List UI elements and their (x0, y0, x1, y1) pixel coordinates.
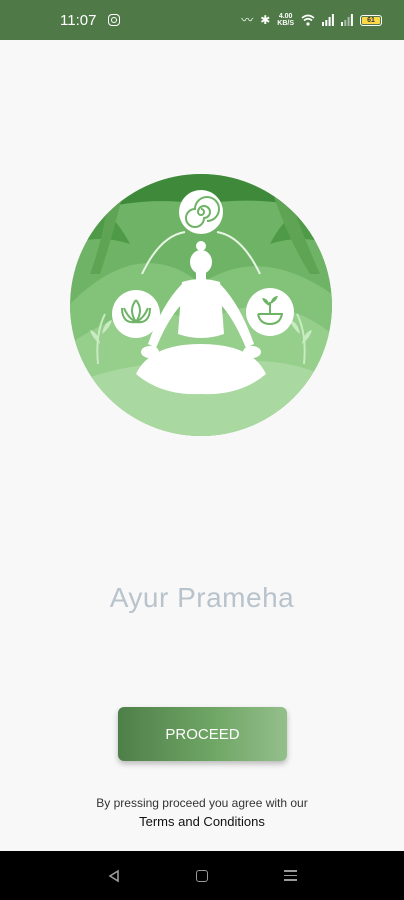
proceed-button[interactable]: PROCEED (118, 707, 287, 761)
recents-button[interactable] (270, 856, 310, 896)
signal-icon (322, 14, 334, 26)
home-square-icon (196, 869, 208, 882)
agree-text: By pressing proceed you agree with our (96, 796, 308, 810)
battery-icon: 61 (360, 14, 382, 26)
net-speed: 4.00 KB/S (277, 13, 294, 27)
net-speed-unit: KB/S (277, 20, 294, 27)
net-speed-value: 4.00 (278, 13, 293, 20)
vibrate-icon: 〰 (241, 13, 254, 27)
status-left: 11:07 (60, 11, 121, 29)
menu-lines-icon (283, 870, 297, 881)
instagram-icon (108, 14, 121, 26)
meditation-logo (70, 174, 332, 436)
app-title: Ayur Prameha (109, 582, 295, 613)
back-triangle-icon (108, 869, 119, 882)
status-time: 11:07 (60, 11, 97, 29)
wifi-icon (301, 14, 315, 26)
bluetooth-icon: ✱ (260, 13, 271, 27)
home-button[interactable] (182, 856, 222, 896)
back-button[interactable] (94, 856, 134, 896)
signal-2-icon (341, 14, 353, 26)
status-right: 〰 ✱ 4.00 KB/S 61 (241, 13, 382, 27)
navigation-bar (0, 851, 404, 900)
status-bar: 11:07 〰 ✱ 4.00 KB/S 61 (0, 0, 404, 40)
battery-level: 61 (367, 16, 375, 24)
terms-link[interactable]: Terms and Conditions (0, 814, 404, 829)
